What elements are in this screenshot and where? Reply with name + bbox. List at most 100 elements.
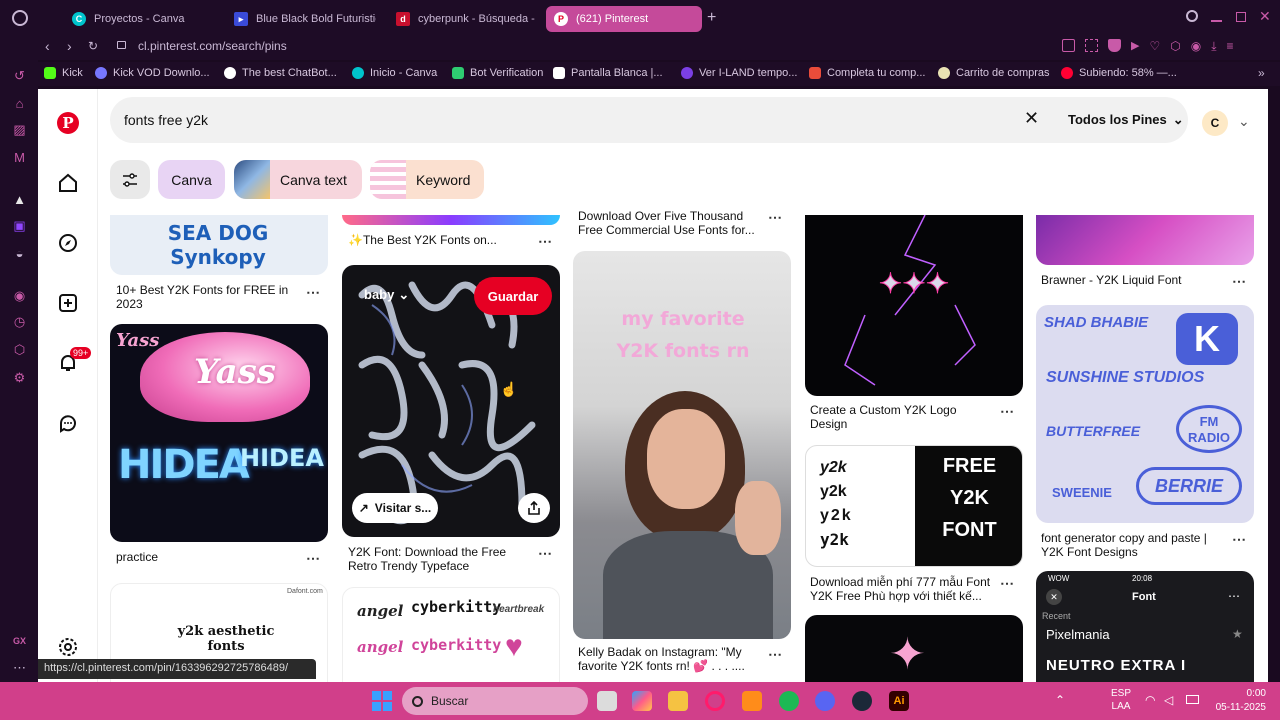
- file-explorer-icon[interactable]: [668, 691, 688, 711]
- board-selector[interactable]: baby ⌄: [364, 287, 409, 303]
- pin-icon[interactable]: [1062, 39, 1075, 52]
- more-options-icon[interactable]: ⋯: [1232, 531, 1247, 548]
- pin-title[interactable]: practice: [116, 550, 158, 564]
- discord-icon[interactable]: ◒: [12, 246, 27, 261]
- explore-icon[interactable]: [56, 231, 80, 255]
- pin-brawner-liquid[interactable]: [1036, 215, 1254, 265]
- vlc-icon[interactable]: [742, 691, 762, 711]
- extensions-icon[interactable]: ⬡: [12, 342, 27, 357]
- pin-title[interactable]: Y2K Font: Download the Free Retro Trendy…: [348, 545, 524, 573]
- pin-phone-font-app[interactable]: WOW 20:08 ✕ Font ⋯ Recent Pixelmania ★ N…: [1036, 571, 1254, 682]
- download-icon[interactable]: ⤓: [1211, 39, 1216, 55]
- gx-control-icon[interactable]: ⌂: [12, 96, 27, 111]
- pin-free-y2k-font[interactable]: y2k y2k y2k y2k FREE Y2K FONT: [805, 445, 1023, 567]
- url-field[interactable]: cl.pinterest.com/search/pins: [138, 39, 287, 53]
- gx-corner-icon[interactable]: ↺: [12, 68, 27, 83]
- pin-title[interactable]: Create a Custom Y2K Logo Design: [810, 403, 980, 431]
- chip-canva[interactable]: Canva: [158, 160, 225, 199]
- snapshot-icon[interactable]: [1085, 39, 1098, 52]
- messages-icon[interactable]: [56, 411, 80, 435]
- minimize-icon[interactable]: [1211, 20, 1222, 22]
- spotify-icon[interactable]: [779, 691, 799, 711]
- bookmark-iland[interactable]: Ver I-LAND tempo...: [681, 67, 797, 79]
- settings-icon[interactable]: [56, 635, 80, 659]
- language-indicator[interactable]: ESP LAA: [1111, 687, 1131, 713]
- forward-icon[interactable]: ›: [67, 38, 72, 54]
- account-chevron-icon[interactable]: ⌄: [1238, 113, 1250, 130]
- pin-font-generator[interactable]: SHAD BHABIE K SUNSHINE STUDIOS BUTTERFRE…: [1036, 305, 1254, 523]
- bookmark-carrito[interactable]: Carrito de compras: [938, 67, 1050, 79]
- notifications-icon[interactable]: 99+: [56, 347, 92, 375]
- profile-icon[interactable]: ◉: [1191, 39, 1201, 55]
- gx-game-icon[interactable]: ▲: [12, 192, 27, 207]
- taskbar-search[interactable]: Buscar: [402, 687, 588, 715]
- discord-taskbar-icon[interactable]: [815, 691, 835, 711]
- more-options-icon[interactable]: ⋯: [768, 209, 783, 226]
- clear-search-icon[interactable]: ✕: [1024, 108, 1039, 129]
- filters-button[interactable]: [110, 160, 150, 199]
- player-icon[interactable]: ◉: [12, 288, 27, 303]
- pin-yass-hidea[interactable]: Yass Yass HIDEA HIDEA: [110, 324, 328, 542]
- pin-angel-cyberkitty[interactable]: angel cyberkitty heartbreak angel cyberk…: [342, 587, 560, 682]
- pin-title[interactable]: Download miễn phí 777 mẫu Font Y2K Free …: [810, 575, 1002, 603]
- pin-sea-dog-fonts[interactable]: SEA DOG Synkopy: [110, 215, 328, 275]
- more-options-icon[interactable]: ⋯: [1232, 273, 1247, 290]
- chip-keyword[interactable]: Keyword: [370, 160, 484, 199]
- pin-pink-star-logo[interactable]: ✦: [805, 615, 1023, 682]
- more-options-icon[interactable]: ⋯: [306, 550, 321, 567]
- home-icon[interactable]: [56, 171, 80, 195]
- more-options-icon[interactable]: ⋯: [538, 233, 553, 250]
- settings-icon[interactable]: ⚙: [12, 370, 27, 385]
- more-options-icon[interactable]: ⋯: [768, 646, 783, 663]
- pin-title[interactable]: Download Over Five Thousand Free Commerc…: [578, 209, 764, 237]
- extensions-icon[interactable]: ⬡: [1170, 39, 1180, 55]
- pin-title[interactable]: 10+ Best Y2K Fonts for FREE in 2023: [116, 283, 296, 311]
- pin-title[interactable]: ✨The Best Y2K Fonts on...: [348, 233, 497, 247]
- pin-title[interactable]: Brawner - Y2K Liquid Font: [1041, 273, 1182, 287]
- search-bar[interactable]: fonts free y2k ✕ Todos los Pines ⌄: [110, 97, 1188, 143]
- more-options-icon[interactable]: ⋯: [538, 545, 553, 562]
- back-icon[interactable]: ‹: [45, 38, 50, 54]
- pin-title[interactable]: Kelly Badak on Instagram: "My favorite Y…: [578, 645, 764, 673]
- play-icon[interactable]: ▶: [1131, 39, 1139, 55]
- more-bookmarks-icon[interactable]: »: [1258, 66, 1265, 80]
- bookmark-kick[interactable]: Kick: [44, 67, 83, 79]
- maximize-icon[interactable]: [1236, 12, 1246, 22]
- wifi-icon[interactable]: ◠: [1145, 693, 1155, 707]
- history-icon[interactable]: ◷: [12, 314, 27, 329]
- more-options-icon[interactable]: ⋯: [1000, 403, 1015, 420]
- reload-icon[interactable]: ↻: [88, 39, 98, 53]
- bookmark-completa[interactable]: Completa tu comp...: [809, 67, 925, 79]
- shield-icon[interactable]: [1108, 39, 1121, 52]
- more-options-icon[interactable]: ⋯: [306, 284, 321, 301]
- pin-best-y2k-fonts-image[interactable]: [342, 215, 560, 225]
- avatar[interactable]: C: [1202, 110, 1228, 136]
- heart-icon[interactable]: ♡: [1149, 39, 1160, 55]
- illustrator-icon[interactable]: Ai: [889, 691, 909, 711]
- tab-canva-projects[interactable]: C Proyectos - Canva: [64, 6, 214, 32]
- copilot-icon[interactable]: [632, 691, 652, 711]
- tab-canva-design[interactable]: ▸ Blue Black Bold Futuristic: [226, 6, 376, 32]
- bookmark-canva[interactable]: Inicio - Canva: [352, 67, 437, 79]
- pin-kelly-badak-video[interactable]: my favorite Y2K fonts rn: [573, 251, 791, 639]
- gx-mail-icon[interactable]: M: [12, 150, 27, 165]
- more-options-icon[interactable]: ⋯: [1000, 575, 1015, 592]
- search-input[interactable]: fonts free y2k: [124, 112, 208, 128]
- battery-icon[interactable]: [1186, 695, 1199, 704]
- pin-y2k-chrome-font[interactable]: baby ⌄ Guardar ↗ Visitar s...: [342, 265, 560, 537]
- volume-icon[interactable]: ◁: [1164, 693, 1173, 707]
- bookmark-bot-verification[interactable]: Bot Verification: [452, 67, 543, 79]
- pinterest-logo-icon[interactable]: P: [56, 111, 80, 135]
- chip-canva-text[interactable]: Canva text: [234, 160, 362, 199]
- gx-cleaner-icon[interactable]: ▨: [12, 122, 27, 137]
- share-button[interactable]: [518, 493, 550, 523]
- bookmark-chatbot[interactable]: The best ChatBot...: [224, 67, 337, 79]
- visit-site-button[interactable]: ↗ Visitar s...: [352, 493, 438, 523]
- tab-cyberpunk-search[interactable]: d cyberpunk - Búsqueda -: [388, 6, 538, 32]
- twitch-icon[interactable]: ▣: [12, 218, 27, 233]
- clock[interactable]: 0:00 05-11-2025: [1208, 687, 1266, 715]
- tray-chevron-icon[interactable]: ⌃: [1055, 693, 1065, 707]
- save-button[interactable]: Guardar: [474, 277, 552, 315]
- pin-custom-y2k-logo[interactable]: ✦✦✦: [805, 215, 1023, 396]
- close-window-icon[interactable]: ✕: [1259, 8, 1271, 25]
